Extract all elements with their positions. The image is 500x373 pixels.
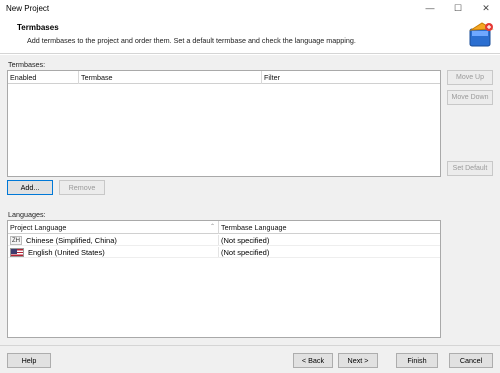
termbases-label: Termbases: — [8, 60, 46, 69]
close-icon[interactable]: ✕ — [472, 0, 500, 16]
project-language: Chinese (Simplified, China) — [26, 235, 117, 245]
termbases-table[interactable]: Enabled Termbase Filter — [7, 70, 441, 177]
column-project-language-label: Project Language — [10, 223, 67, 232]
sort-indicator-icon: ⌃ — [209, 224, 215, 230]
remove-termbase-button[interactable]: Remove — [59, 180, 105, 195]
languages-label: Languages: — [8, 210, 46, 219]
language-row-chinese[interactable]: ZH Chinese (Simplified, China) (Not spec… — [8, 235, 440, 246]
finish-button[interactable]: Finish — [396, 353, 438, 368]
column-project-language[interactable]: Project Language ⌃ — [8, 221, 219, 234]
languages-header-row: Project Language ⌃ Termbase Language — [8, 221, 440, 234]
us-flag-icon — [10, 247, 24, 257]
back-button[interactable]: < Back — [293, 353, 333, 368]
wizard-footer: Help < Back Next > Finish Cancel — [0, 345, 500, 373]
next-button[interactable]: Next > — [338, 353, 378, 368]
column-enabled[interactable]: Enabled — [8, 71, 79, 84]
window-title: New Project — [6, 4, 50, 13]
languages-table[interactable]: Project Language ⌃ Termbase Language ZH … — [7, 220, 441, 338]
cancel-button[interactable]: Cancel — [449, 353, 493, 368]
wizard-logo-icon — [469, 22, 494, 47]
termbase-language[interactable]: (Not specified) — [219, 247, 440, 257]
termbase-language[interactable]: (Not specified) — [219, 235, 440, 245]
column-termbase-language[interactable]: Termbase Language — [219, 221, 440, 234]
content-area: Termbases: Enabled Termbase Filter Move … — [0, 55, 500, 345]
page-title: Termbases — [17, 23, 59, 32]
set-default-button[interactable]: Set Default — [447, 161, 493, 176]
move-down-button[interactable]: Move Down — [447, 90, 493, 105]
wizard-header: Termbases Add termbases to the project a… — [0, 16, 500, 54]
column-filter[interactable]: Filter — [262, 71, 440, 84]
language-row-english[interactable]: English (United States) (Not specified) — [8, 247, 440, 258]
minimize-icon[interactable]: — — [416, 0, 444, 16]
page-description: Add termbases to the project and order t… — [27, 36, 356, 45]
column-termbase[interactable]: Termbase — [79, 71, 262, 84]
zh-code-icon: ZH — [10, 235, 22, 245]
termbases-header-row: Enabled Termbase Filter — [8, 71, 440, 84]
maximize-icon[interactable]: ☐ — [444, 0, 472, 16]
project-language: English (United States) — [28, 247, 105, 257]
title-bar: New Project — ☐ ✕ — [0, 0, 500, 16]
move-up-button[interactable]: Move Up — [447, 70, 493, 85]
help-button[interactable]: Help — [7, 353, 51, 368]
add-termbase-button[interactable]: Add... — [7, 180, 53, 195]
